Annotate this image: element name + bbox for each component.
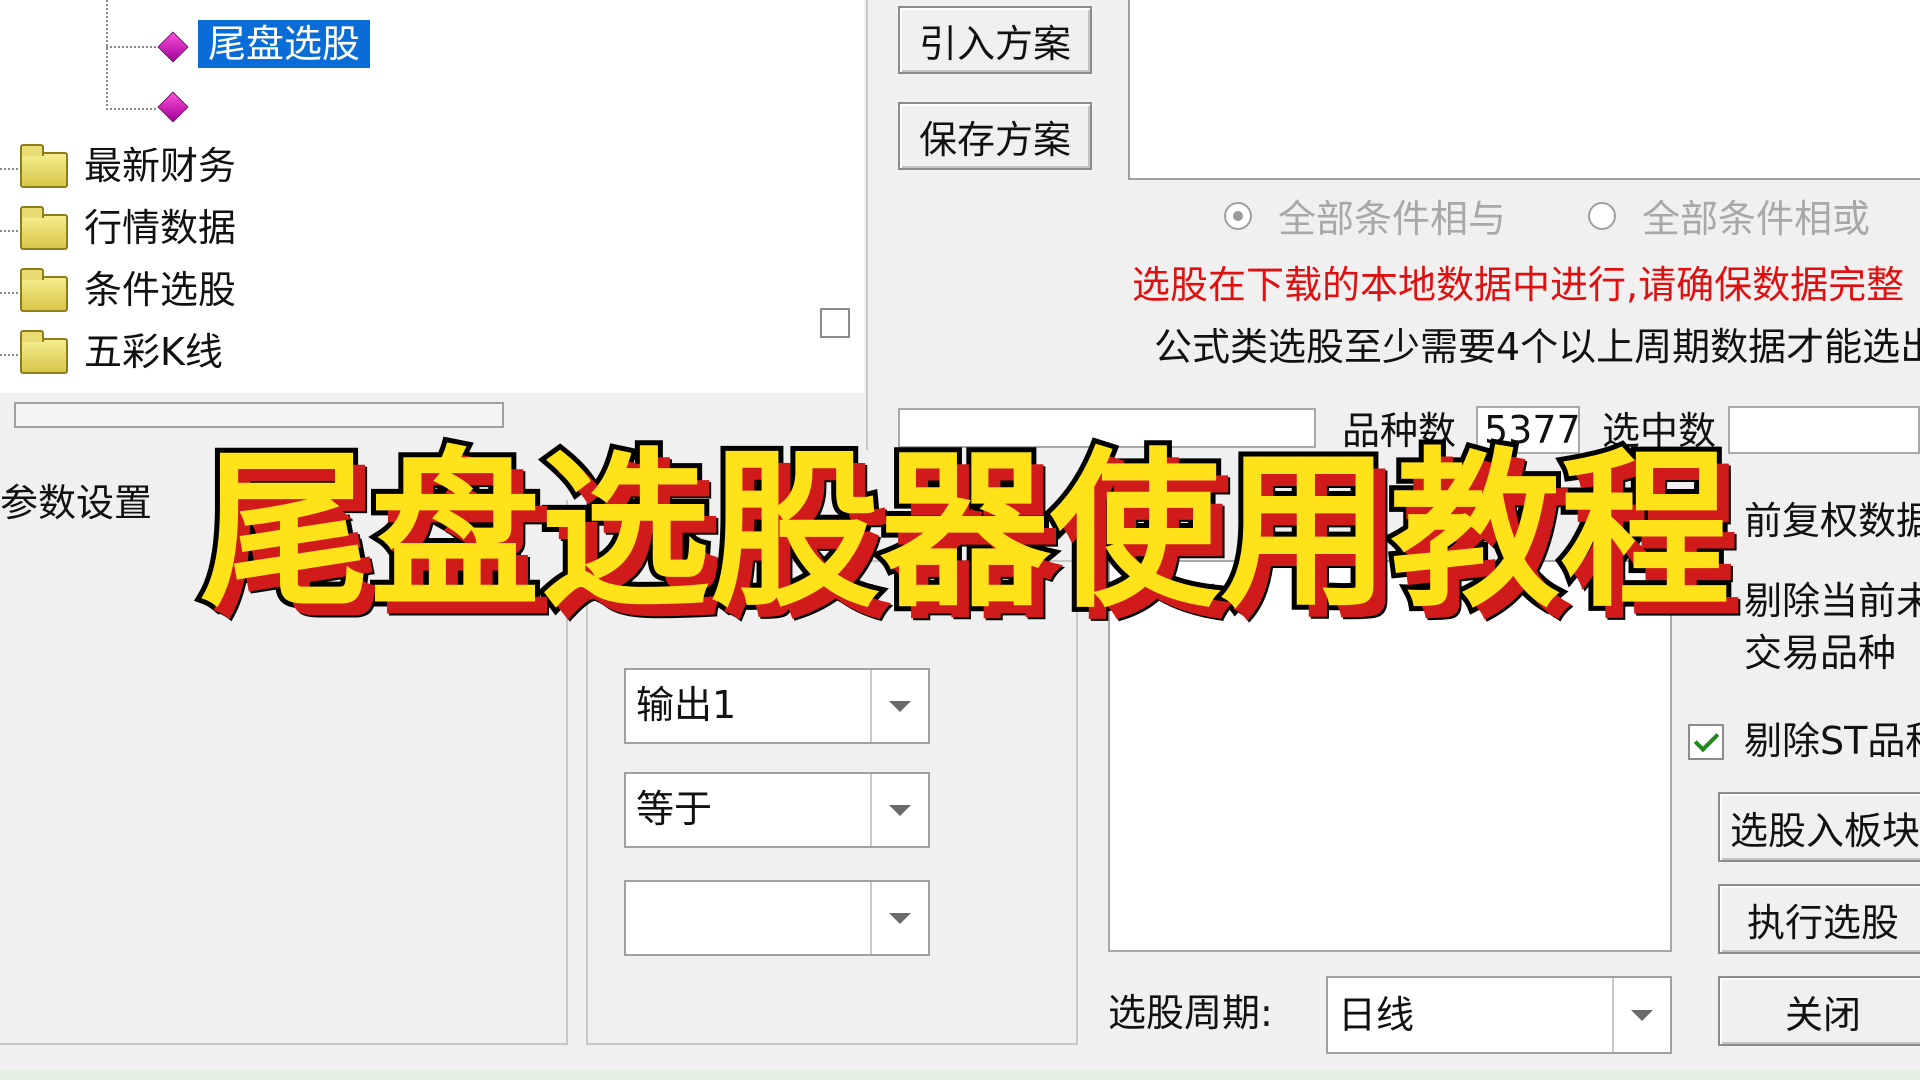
chevron-down-icon[interactable]	[870, 774, 928, 846]
operator-select-value: 等于	[636, 787, 713, 831]
tree-guide-line	[106, 0, 108, 110]
folder-icon	[20, 330, 68, 374]
all-and-radio[interactable]	[1224, 202, 1252, 230]
operator-select[interactable]: 等于	[624, 772, 930, 848]
import-scheme-button[interactable]: 引入方案	[898, 6, 1092, 74]
tree-guide-line	[0, 230, 18, 232]
all-or-label: 全部条件相或	[1642, 197, 1871, 241]
folder-icon	[20, 144, 68, 188]
exclude-untraded-label: 剔除当前未	[1744, 579, 1920, 623]
tree-guide-line	[106, 108, 156, 110]
tree-item-market-data[interactable]: 行情数据	[84, 204, 236, 252]
formula-gem-icon	[157, 31, 189, 63]
output-select[interactable]: 输出1	[624, 668, 930, 744]
tree-item-colored-kline[interactable]: 五彩K线	[84, 328, 223, 376]
tutorial-title-overlay: 尾盘选股器使用教程	[195, 428, 1735, 636]
folder-icon	[20, 206, 68, 250]
vertical-divider	[866, 0, 868, 450]
tree-item-condition-select[interactable]: 条件选股	[84, 266, 236, 314]
status-strip	[0, 1070, 1920, 1080]
folder-icon	[20, 268, 68, 312]
execute-select-button[interactable]: 执行选股	[1718, 884, 1920, 954]
tree-guide-line	[0, 168, 18, 170]
chevron-down-icon[interactable]	[870, 882, 928, 954]
close-button[interactable]: 关闭	[1718, 976, 1920, 1046]
period-label: 选股周期:	[1108, 991, 1273, 1035]
tree-item-selected[interactable]: 尾盘选股	[198, 20, 371, 68]
exclude-st-label: 剔除ST品种	[1744, 719, 1920, 763]
tree-guide-line	[0, 292, 18, 294]
chevron-down-icon[interactable]	[870, 670, 928, 742]
value-select[interactable]	[624, 880, 930, 956]
tree-guide-line	[0, 354, 18, 356]
period-info-text: 公式类选股至少需要4个以上周期数据才能选出	[1154, 325, 1920, 369]
adjusted-data-label: 前复权数据	[1744, 499, 1920, 543]
formula-description-box[interactable]	[1128, 0, 1920, 180]
all-or-radio[interactable]	[1588, 202, 1616, 230]
formula-gem-icon	[157, 91, 189, 123]
output-select-value: 输出1	[636, 683, 737, 727]
tree-option-checkbox[interactable]	[820, 308, 850, 338]
period-select-value: 日线	[1338, 993, 1415, 1037]
tree-item-latest-finance[interactable]: 最新财务	[84, 142, 236, 190]
exclude-untraded-label-2: 交易品种	[1744, 631, 1897, 675]
exclude-st-checkbox[interactable]	[1688, 724, 1724, 760]
save-scheme-button[interactable]: 保存方案	[898, 102, 1092, 170]
horizontal-scrollbar[interactable]	[14, 402, 504, 428]
chevron-down-icon[interactable]	[1612, 978, 1670, 1052]
data-warning-text: 选股在下载的本地数据中进行,请确保数据完整	[1132, 263, 1905, 307]
tree-guide-line	[106, 46, 156, 48]
add-to-block-button[interactable]: 选股入板块	[1718, 792, 1920, 862]
all-and-label: 全部条件相与	[1278, 197, 1507, 241]
selected-count-value	[1728, 406, 1920, 454]
period-select[interactable]: 日线	[1326, 976, 1672, 1054]
indicator-tree[interactable]: 尾盘选股 最新财务 行情数据 条件选股 五彩K线	[0, 0, 810, 393]
